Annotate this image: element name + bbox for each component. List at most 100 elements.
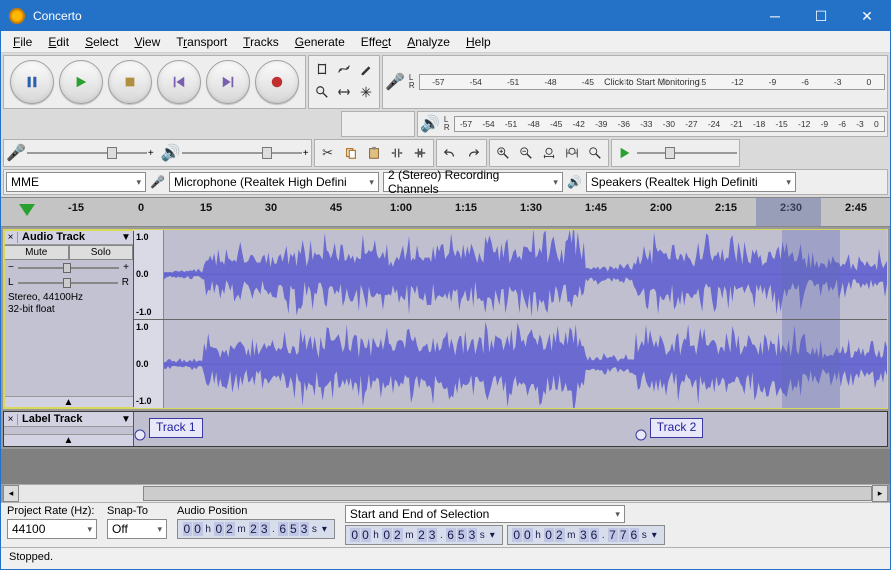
- mute-button[interactable]: Mute: [4, 245, 69, 260]
- project-rate-select[interactable]: 44100▾: [7, 519, 97, 539]
- start-monitoring-text[interactable]: Click to Start Monitoring: [602, 77, 702, 87]
- mic-icon: 🎤: [150, 175, 165, 189]
- label-track-area[interactable]: Track 1 Track 2: [134, 412, 887, 446]
- track-gain-slider[interactable]: [18, 263, 119, 273]
- skip-end-button[interactable]: [206, 60, 250, 104]
- label-text[interactable]: Track 2: [650, 418, 704, 438]
- mic-icon: 🎤: [385, 72, 405, 92]
- status-text: Stopped.: [9, 551, 53, 563]
- window-title: Concerto: [33, 9, 752, 23]
- waveform-channel-right[interactable]: 1.00.0-1.0: [134, 320, 887, 409]
- selection-end-field[interactable]: 00h02m36.776s▾: [507, 525, 665, 545]
- close-button[interactable]: ✕: [844, 1, 890, 31]
- playback-meter[interactable]: 🔊 LR -57-54-51-48-45-42-39-36-33-30-27-2…: [417, 111, 888, 137]
- recording-volume-slider[interactable]: [27, 146, 147, 160]
- track-format-info: Stereo, 44100Hz32-bit float: [4, 290, 133, 318]
- menu-transport[interactable]: Transport: [168, 33, 235, 51]
- menu-effect[interactable]: Effect: [353, 33, 399, 51]
- trim-button[interactable]: [386, 142, 408, 164]
- zoom-in-button[interactable]: [492, 142, 514, 164]
- stop-button[interactable]: [108, 60, 152, 104]
- track-close-button[interactable]: ×: [4, 232, 18, 243]
- track-collapse-button[interactable]: ▲: [4, 434, 133, 446]
- zoom-out-button[interactable]: [515, 142, 537, 164]
- label-track: × Label Track ▼ ▲ Track 1 Track 2: [3, 411, 888, 447]
- record-button[interactable]: [255, 60, 299, 104]
- track-menu-button[interactable]: ▼: [119, 232, 133, 243]
- solo-button[interactable]: Solo: [69, 245, 134, 260]
- project-rate-label: Project Rate (Hz):: [7, 505, 97, 517]
- play-button[interactable]: [59, 60, 103, 104]
- mic-icon: 🎤: [6, 143, 26, 163]
- undo-button[interactable]: [439, 142, 461, 164]
- speaker-icon: 🔊: [567, 175, 582, 189]
- menu-select[interactable]: Select: [77, 33, 126, 51]
- track-collapse-button[interactable]: ▲: [4, 396, 133, 408]
- titlebar: Concerto ─ ☐ ✕: [1, 1, 890, 31]
- vertical-scale[interactable]: 1.00.0-1.0: [134, 320, 164, 409]
- menu-edit[interactable]: Edit: [40, 33, 77, 51]
- menu-tracks[interactable]: Tracks: [235, 33, 287, 51]
- recording-device-select[interactable]: Microphone (Realtek High Defini▾: [169, 172, 379, 192]
- snap-to-select[interactable]: Off▾: [107, 519, 167, 539]
- track-pan-slider[interactable]: [18, 278, 118, 288]
- skip-start-button[interactable]: [157, 60, 201, 104]
- playback-device-select[interactable]: Speakers (Realtek High Definiti▾: [586, 172, 796, 192]
- undo-redo-toolbar: [436, 139, 487, 167]
- fit-project-button[interactable]: [561, 142, 583, 164]
- selection-tool[interactable]: [311, 58, 333, 80]
- tools-toolbar: [308, 55, 380, 109]
- playback-volume-slider[interactable]: [182, 146, 302, 160]
- redo-button[interactable]: [462, 142, 484, 164]
- device-toolbar: MME▾ 🎤 Microphone (Realtek High Defini▾ …: [3, 169, 888, 195]
- track-menu-button[interactable]: ▼: [119, 414, 133, 425]
- multi-tool[interactable]: [355, 81, 377, 103]
- waveform-selection: [782, 320, 840, 409]
- scroll-right-button[interactable]: ▸: [872, 485, 888, 502]
- audio-position-field[interactable]: 00h02m23.653s▾: [177, 519, 335, 539]
- horizontal-scrollbar[interactable]: ◂ ▸: [3, 484, 888, 502]
- meter-lr-label: LR: [444, 116, 450, 132]
- scrollbar-thumb[interactable]: [143, 486, 872, 501]
- fit-selection-button[interactable]: [538, 142, 560, 164]
- maximize-button[interactable]: ☐: [798, 1, 844, 31]
- menu-file[interactable]: File: [5, 33, 40, 51]
- minimize-button[interactable]: ─: [752, 1, 798, 31]
- paste-button[interactable]: [363, 142, 385, 164]
- timeline-ruler[interactable]: -1501530451:001:151:301:452:002:152:302:…: [1, 197, 890, 227]
- menu-generate[interactable]: Generate: [287, 33, 353, 51]
- cut-button[interactable]: ✂: [317, 142, 339, 164]
- waveform-channel-left[interactable]: 1.00.0-1.0: [134, 230, 887, 320]
- selection-start-field[interactable]: 00h02m23.653s▾: [345, 525, 503, 545]
- menu-analyze[interactable]: Analyze: [399, 33, 458, 51]
- recording-channels-select[interactable]: 2 (Stereo) Recording Channels▾: [383, 172, 563, 192]
- menubar: File Edit Select View Transport Tracks G…: [1, 31, 890, 53]
- tracks-empty-area[interactable]: [1, 449, 890, 484]
- track-name[interactable]: Label Track: [18, 412, 119, 426]
- audio-host-select[interactable]: MME▾: [6, 172, 146, 192]
- track-name[interactable]: Audio Track: [18, 230, 119, 244]
- timeshift-tool[interactable]: [333, 81, 355, 103]
- envelope-tool[interactable]: [333, 58, 355, 80]
- track-close-button[interactable]: ×: [4, 414, 18, 425]
- selection-mode-select[interactable]: Start and End of Selection▾: [345, 505, 625, 523]
- playback-speed-slider[interactable]: [637, 146, 737, 160]
- menu-view[interactable]: View: [126, 33, 168, 51]
- meter-lr-label: LR: [409, 74, 415, 90]
- silence-button[interactable]: [409, 142, 431, 164]
- copy-button[interactable]: [340, 142, 362, 164]
- playback-meter-scale[interactable]: -57-54-51-48-45-42-39-36-33-30-27-24-21-…: [454, 116, 885, 132]
- draw-tool[interactable]: [355, 58, 377, 80]
- label-handle[interactable]: [635, 428, 647, 440]
- pause-button[interactable]: [10, 60, 54, 104]
- zoom-tool[interactable]: [311, 81, 333, 103]
- zoom-toggle-button[interactable]: [584, 142, 606, 164]
- recording-meter[interactable]: 🎤 LR -57-54-51-48-45-42 Click to Start M…: [382, 55, 888, 109]
- recording-meter-scale[interactable]: -57-54-51-48-45-42 Click to Start Monito…: [419, 74, 885, 90]
- vertical-scale[interactable]: 1.00.0-1.0: [134, 230, 164, 319]
- label-handle[interactable]: [134, 428, 146, 440]
- menu-help[interactable]: Help: [458, 33, 499, 51]
- play-at-speed-button[interactable]: [614, 142, 636, 164]
- scroll-left-button[interactable]: ◂: [3, 485, 19, 502]
- label-text[interactable]: Track 1: [149, 418, 203, 438]
